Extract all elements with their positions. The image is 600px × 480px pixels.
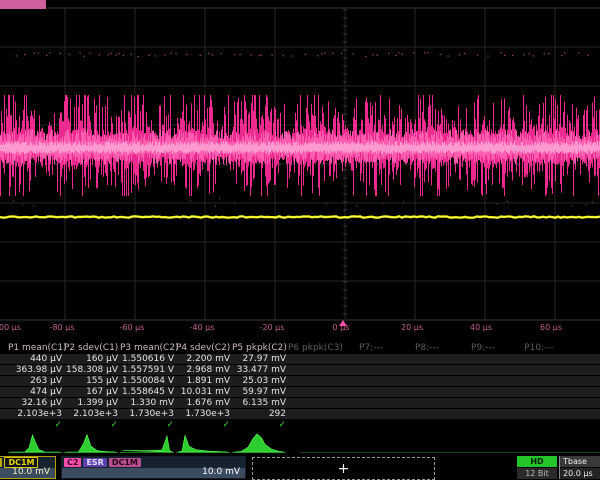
param-status-check-icon: ✓ bbox=[8, 420, 62, 430]
descriptor-bar: C1 DC1M 10.0 mV C2 ESR DC1M 10.0 mV + HD… bbox=[0, 455, 600, 480]
param-value: 10.031 mV bbox=[176, 387, 230, 397]
param-header-5[interactable]: P5 pkpk(C2) bbox=[232, 343, 286, 353]
param-value: 167 µV bbox=[64, 387, 118, 397]
c2-esr-badge: ESR bbox=[83, 458, 106, 467]
measurement-table: P1 mean(C1)P2 sdev(C1)P3 mean(C2)P4 sdev… bbox=[0, 342, 600, 430]
table-row: 363.98 µV158.308 µV1.557591 V2.968 mV33.… bbox=[0, 365, 600, 375]
add-trace-button[interactable]: + bbox=[252, 457, 435, 480]
top-left-status-badge bbox=[0, 0, 46, 9]
param-value: 2.103e+3 bbox=[64, 409, 118, 419]
histicon-p5[interactable] bbox=[234, 434, 284, 452]
param-value: 263 µV bbox=[8, 376, 62, 386]
param-value: 27.97 mV bbox=[232, 354, 286, 364]
time-axis-label: 20 µs bbox=[401, 323, 423, 332]
waveform-canvas bbox=[0, 0, 600, 330]
param-header-9[interactable]: P9:--- bbox=[456, 343, 510, 353]
waveform-grid bbox=[0, 0, 600, 330]
param-value: 1.550084 V bbox=[120, 376, 174, 386]
timebase-scale: 20.0 µs bbox=[560, 468, 600, 479]
param-value: 363.98 µV bbox=[8, 365, 62, 375]
histicon-p3[interactable] bbox=[122, 436, 172, 452]
timebase-descriptor[interactable]: Tbase 20.0 µs bbox=[559, 456, 600, 479]
histicon-row bbox=[0, 430, 600, 456]
table-row: 440 µV160 µV1.550616 V2.200 mV27.97 mV bbox=[0, 354, 600, 364]
param-header-4[interactable]: P4 sdev(C2) bbox=[176, 343, 230, 353]
histicon-p4[interactable] bbox=[178, 435, 228, 452]
time-axis-label: 60 µs bbox=[540, 323, 562, 332]
histicon-p2[interactable] bbox=[66, 435, 116, 453]
param-header-1[interactable]: P1 mean(C1) bbox=[8, 343, 62, 353]
time-axis-label: -100 µs bbox=[0, 323, 21, 332]
param-value: 1.891 mV bbox=[176, 376, 230, 386]
table-row: 2.103e+32.103e+31.730e+31.730e+3292 bbox=[0, 409, 600, 419]
channel-c1-descriptor[interactable]: C1 DC1M 10.0 mV bbox=[0, 456, 56, 479]
param-value: 292 bbox=[232, 409, 286, 419]
param-value: 155 µV bbox=[64, 376, 118, 386]
oscilloscope-screen: -100 µs -80 µs -60 µs -40 µs -20 µs 0 µs 20 µs… bbox=[0, 0, 600, 480]
param-value: 33.477 mV bbox=[232, 365, 286, 375]
time-axis: -100 µs -80 µs -60 µs -40 µs -20 µs 0 µs 20 µs… bbox=[0, 320, 600, 340]
plus-icon: + bbox=[338, 461, 350, 477]
hd-mode-badge[interactable]: HD bbox=[517, 456, 557, 467]
table-row: 32.16 µV1.399 µV1.330 mV1.676 mV6.135 mV bbox=[0, 398, 600, 408]
param-value: 1.330 mV bbox=[120, 398, 174, 408]
param-value: 2.200 mV bbox=[176, 354, 230, 364]
param-header-7[interactable]: P7:--- bbox=[344, 343, 398, 353]
param-status-check-icon: ✓ bbox=[176, 420, 230, 430]
param-value: 1.558645 V bbox=[120, 387, 174, 397]
param-value: 1.399 µV bbox=[64, 398, 118, 408]
table-row: 474 µV167 µV1.558645 V10.031 mV59.97 mV bbox=[0, 387, 600, 397]
c1-vertical-scale: 10.0 mV bbox=[12, 467, 50, 477]
param-value: 474 µV bbox=[8, 387, 62, 397]
param-value: 59.97 mV bbox=[232, 387, 286, 397]
time-axis-label: 0 µs bbox=[333, 323, 350, 332]
time-axis-label: -40 µs bbox=[190, 323, 215, 332]
param-value: 1.557591 V bbox=[120, 365, 174, 375]
c1-label-chip: C1 bbox=[0, 458, 2, 467]
param-header-8[interactable]: P8:--- bbox=[400, 343, 454, 353]
param-value: 1.730e+3 bbox=[120, 409, 174, 419]
param-status-check-icon: ✓ bbox=[64, 420, 118, 430]
time-axis-label: 40 µs bbox=[470, 323, 492, 332]
timebase-title: Tbase bbox=[560, 456, 600, 467]
param-value: 25.03 mV bbox=[232, 376, 286, 386]
param-status-check-icon: ✓ bbox=[120, 420, 174, 430]
c2-vertical-scale: 10.0 mV bbox=[202, 467, 240, 477]
param-header-6[interactable]: P6 pkpk(C3) bbox=[288, 343, 342, 353]
param-value: 1.676 mV bbox=[176, 398, 230, 408]
table-row: ✓✓✓✓✓ bbox=[0, 420, 600, 430]
c2-label-chip: C2 bbox=[64, 458, 81, 467]
param-header-3[interactable]: P3 mean(C2) bbox=[120, 343, 174, 353]
param-status-check-icon: ✓ bbox=[232, 420, 286, 430]
time-axis-label: -60 µs bbox=[120, 323, 145, 332]
param-value: 6.135 mV bbox=[232, 398, 286, 408]
hd-bits-label: 12 Bit bbox=[517, 468, 557, 479]
param-value: 2.968 mV bbox=[176, 365, 230, 375]
param-header-2[interactable]: P2 sdev(C1) bbox=[64, 343, 118, 353]
table-row: 263 µV155 µV1.550084 V1.891 mV25.03 mV bbox=[0, 376, 600, 386]
channel-c2-descriptor[interactable]: C2 ESR DC1M 10.0 mV bbox=[61, 456, 246, 479]
table-row: P1 mean(C1)P2 sdev(C1)P3 mean(C2)P4 sdev… bbox=[0, 343, 600, 353]
param-header-10[interactable]: P10:--- bbox=[512, 343, 566, 353]
time-axis-label: -20 µs bbox=[260, 323, 285, 332]
param-value: 1.550616 V bbox=[120, 354, 174, 364]
param-value: 1.730e+3 bbox=[176, 409, 230, 419]
c2-coupling-badge: DC1M bbox=[109, 458, 141, 467]
param-value: 160 µV bbox=[64, 354, 118, 364]
param-value: 2.103e+3 bbox=[8, 409, 62, 419]
param-value: 440 µV bbox=[8, 354, 62, 364]
histicon-p1[interactable] bbox=[10, 435, 60, 452]
param-value: 158.308 µV bbox=[64, 365, 118, 375]
param-value: 32.16 µV bbox=[8, 398, 62, 408]
time-axis-label: -80 µs bbox=[50, 323, 75, 332]
